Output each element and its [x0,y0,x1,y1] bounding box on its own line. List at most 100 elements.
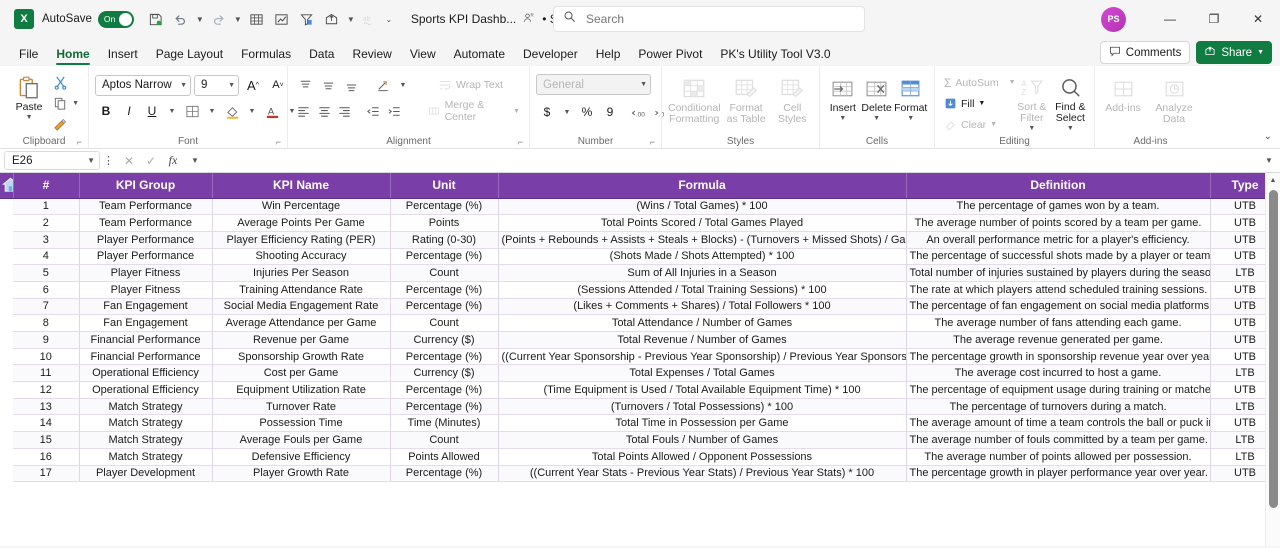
row-home-cell[interactable] [0,331,13,349]
row-home-cell[interactable] [0,381,13,399]
cell-num[interactable]: 17 [13,465,80,483]
cell-num[interactable]: 2 [13,214,80,232]
cell-formula[interactable]: Sum of All Injuries in a Season [498,264,907,282]
cell-kpi-name[interactable]: Shooting Accuracy [212,248,391,266]
cell-unit[interactable]: Percentage (%) [390,281,499,299]
cell-kpi-group[interactable]: Match Strategy [79,431,213,449]
tab-help[interactable]: Help [587,44,630,66]
row-home-cell[interactable] [0,414,13,432]
cell-num[interactable]: 4 [13,248,80,266]
table-row[interactable]: 13 Match Strategy Turnover Rate Percentage … [0,398,1280,416]
tab-data[interactable]: Data [300,44,343,66]
column-header-definition[interactable]: Definition [906,173,1211,199]
cell-kpi-name[interactable]: Cost per Game [212,364,391,383]
tab-home[interactable]: Home [47,44,98,66]
cell-unit[interactable]: Points [390,214,499,232]
tab-file[interactable]: File [10,44,47,66]
delete-cells-button[interactable]: Delete ▼ [860,72,894,122]
table-row[interactable]: 5 Player Fitness Injuries Per Season Count S… [0,264,1280,282]
cell-num[interactable]: 13 [13,398,80,416]
tab-pks-utility-tool[interactable]: PK's Utility Tool V3.0 [711,44,839,66]
cell-definition[interactable]: The percentage of equipment usage during… [906,381,1211,399]
cell-unit[interactable]: Count [390,314,499,332]
cell-kpi-group[interactable]: Player Performance [79,231,213,249]
cell-kpi-name[interactable]: Win Percentage [212,198,391,216]
cell-unit[interactable]: Percentage (%) [390,465,499,483]
fill-button[interactable]: Fill ▼ [941,94,1011,113]
undo-icon[interactable] [169,7,193,31]
insert-function-chevron-down-icon[interactable]: ▼ [184,156,206,165]
row-home-cell[interactable] [0,198,13,215]
clipboard-dialog-launcher-icon[interactable]: ⌐ [77,137,82,147]
paste-button[interactable]: Paste ▼ [6,71,52,121]
cell-kpi-group[interactable]: Financial Performance [79,348,213,366]
cell-kpi-group[interactable]: Team Performance [79,198,213,216]
undo-chevron-down-icon[interactable]: ▼ [194,7,206,31]
cell-kpi-group[interactable]: Financial Performance [79,331,213,349]
cell-definition[interactable]: The percentage growth in player performa… [906,465,1211,483]
cell-formula[interactable]: (Points + Rebounds + Assists + Steals + … [498,231,907,249]
row-home-cell[interactable] [0,248,13,265]
table-row[interactable]: 7 Fan Engagement Social Media Engagement R… [0,298,1280,316]
row-home-cell[interactable] [0,398,13,415]
cell-formula[interactable]: Total Expenses / Total Games [498,364,907,383]
fill-color-button[interactable] [221,101,243,122]
customize-qat-icon[interactable]: ⌄ [383,7,395,31]
cell-formula[interactable]: Total Revenue / Number of Games [498,331,907,349]
check-icon[interactable]: ✓ [140,154,162,168]
cell-formula[interactable]: Total Points Allowed / Opponent Possessi… [498,448,907,466]
cell-definition[interactable]: The average amount of time a team contro… [906,414,1211,433]
search-input[interactable] [584,11,855,27]
table-row[interactable]: 14 Match Strategy Possession Time Time (Min… [0,414,1280,433]
italic-button[interactable]: I [118,101,140,122]
scrollbar-thumb[interactable] [1269,190,1278,508]
table-row[interactable]: 2 Team Performance Average Points Per Game… [0,214,1280,232]
share-chevron-down-icon[interactable]: ▼ [345,7,357,31]
find-select-button[interactable]: Find & Select ▼ [1053,71,1088,132]
home-button[interactable] [0,173,14,199]
cancel-icon[interactable]: ✕ [118,154,140,168]
cell-formula[interactable]: (Time Equipment is Used / Total Availabl… [498,381,907,399]
share-arrow-icon[interactable] [320,7,344,31]
table-row[interactable]: 3 Player Performance Player Efficiency Rat… [0,231,1280,249]
cell-num[interactable]: 5 [13,264,80,282]
cell-definition[interactable]: The average number of fans attending eac… [906,314,1211,332]
cell-formula[interactable]: (Turnovers / Total Possessions) * 100 [498,398,907,416]
cell-kpi-name[interactable]: Social Media Engagement Rate [212,298,391,316]
autosave-toggle[interactable]: On [97,10,134,28]
insert-chevron-down-icon[interactable]: ▼ [839,115,846,122]
fx-icon[interactable]: fx [162,153,184,168]
column-header-kpi-group[interactable]: KPI Group [79,173,213,199]
formula-bar-menu-icon[interactable]: ⋮ [100,154,118,167]
table-row[interactable]: 17 Player Development Player Growth Rate Pe… [0,465,1280,483]
underline-chevron-down-icon[interactable]: ▼ [164,101,180,122]
row-home-cell[interactable] [0,281,13,299]
row-home-cell[interactable] [0,348,13,365]
cell-num[interactable]: 15 [13,431,80,449]
cell-kpi-name[interactable]: Revenue per Game [212,331,391,349]
cell-kpi-name[interactable]: Defensive Efficiency [212,448,391,466]
row-home-cell[interactable] [0,264,13,282]
table-row[interactable]: 9 Financial Performance Revenue per Game Cu… [0,331,1280,349]
cell-kpi-name[interactable]: Average Points Per Game [212,214,391,232]
column-header-num[interactable]: # [13,173,80,199]
save-icon[interactable] [144,7,168,31]
cell-definition[interactable]: The percentage growth in sponsorship rev… [906,348,1211,366]
table-row[interactable]: 11 Operational Efficiency Cost per Game Cur… [0,364,1280,383]
delete-chevron-down-icon[interactable]: ▼ [873,115,880,122]
cell-definition[interactable]: The average number of points scored by a… [906,214,1211,232]
table-row[interactable]: 6 Player Fitness Training Attendance Rate P… [0,281,1280,299]
cell-definition[interactable]: The average number of points allowed per… [906,448,1211,466]
file-name[interactable]: Sports KPI Dashb... [411,12,516,26]
column-header-kpi-name[interactable]: KPI Name [212,173,391,199]
align-middle-button[interactable] [317,75,339,96]
cell-kpi-name[interactable]: Equipment Utilization Rate [212,381,391,399]
cell-num[interactable]: 11 [13,364,80,383]
cell-unit[interactable]: Currency ($) [390,331,499,349]
scroll-up-icon[interactable]: ▲ [1266,173,1280,187]
cell-num[interactable]: 16 [13,448,80,466]
cell-unit[interactable]: Points Allowed [390,448,499,466]
cell-num[interactable]: 14 [13,414,80,433]
cell-kpi-group[interactable]: Player Fitness [79,281,213,299]
find-select-chevron-down-icon[interactable]: ▼ [1067,125,1074,132]
